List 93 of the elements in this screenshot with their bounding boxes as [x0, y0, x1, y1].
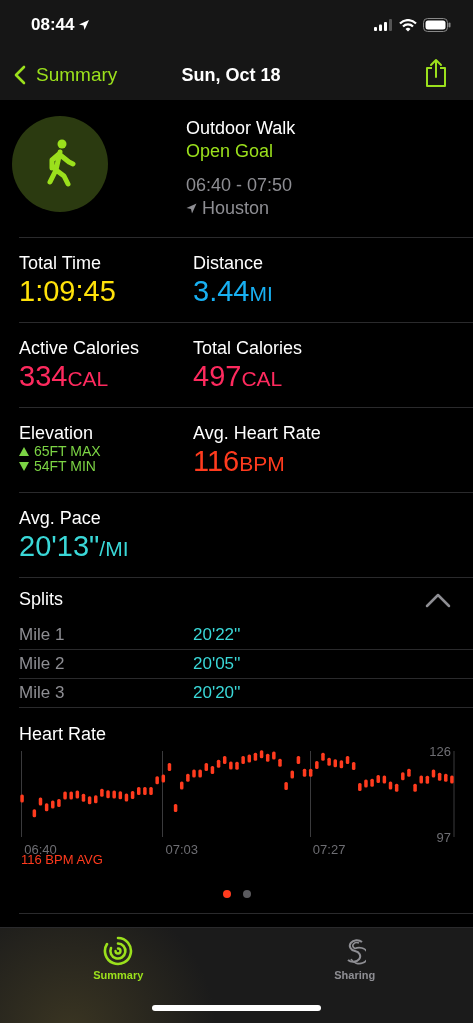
- data-point: [94, 795, 98, 804]
- metric-value: 1:09:45: [19, 274, 117, 308]
- data-point: [364, 779, 368, 788]
- location-arrow-icon: [186, 203, 197, 214]
- page-title: Sun, Oct 18: [181, 64, 281, 86]
- data-point: [450, 775, 454, 784]
- location-name: Houston: [202, 197, 270, 220]
- metric-label: Total Time: [19, 253, 103, 274]
- clock-time: 08:44: [31, 15, 75, 35]
- triangle-up-icon: [19, 447, 29, 456]
- data-point: [69, 791, 73, 800]
- metric-label: Active Calories: [19, 338, 141, 359]
- location-arrow-icon: [78, 19, 91, 31]
- data-point: [333, 759, 337, 768]
- data-point: [192, 769, 196, 778]
- data-point: [112, 790, 116, 799]
- data-point: [358, 782, 362, 791]
- data-point: [198, 769, 202, 778]
- metric-value: 3.44MI: [193, 274, 274, 309]
- axis-label: 126: [429, 745, 451, 759]
- metric-value: 116BPM: [193, 444, 286, 479]
- data-point: [296, 755, 301, 764]
- split-pace: 20'22'': [193, 625, 241, 645]
- chevron-up-icon[interactable]: [425, 591, 451, 608]
- data-point: [155, 776, 159, 785]
- battery-icon: [423, 18, 451, 32]
- metric-value: 334CAL: [19, 359, 110, 394]
- data-point: [229, 761, 233, 770]
- time-range: 06:40 - 07:50: [186, 174, 294, 197]
- data-point: [173, 803, 178, 812]
- rings-icon: [103, 936, 134, 966]
- data-point: [100, 788, 104, 797]
- split-pace: 20'05'': [193, 654, 241, 674]
- data-point: [370, 778, 374, 787]
- metric-label: Avg. Heart Rate: [193, 423, 322, 444]
- metric-label: Elevation: [19, 423, 95, 444]
- split-pace: 20'20'': [193, 683, 241, 703]
- data-point: [321, 752, 325, 761]
- metric-value: 20'13"/MI: [19, 529, 130, 564]
- data-point: [186, 773, 190, 782]
- tab-item[interactable]: Sharing: [236, 928, 473, 981]
- data-point: [376, 774, 380, 783]
- axis-label: 07:27: [312, 842, 346, 857]
- data-point: [167, 763, 172, 771]
- page-dot[interactable]: [222, 890, 231, 898]
- data-point: [413, 783, 417, 792]
- signal-icon: [374, 19, 393, 31]
- split-label: Mile 1: [19, 625, 66, 645]
- data-point: [143, 787, 147, 796]
- data-point: [290, 770, 294, 779]
- data-point: [407, 768, 411, 777]
- data-point: [149, 787, 153, 796]
- data-point: [63, 791, 67, 800]
- metric-value: 497CAL: [193, 359, 284, 394]
- metric-label: Avg. Pace: [19, 508, 102, 529]
- data-point: [57, 798, 61, 807]
- data-point: [161, 774, 166, 783]
- data-point: [32, 809, 37, 818]
- split-label: Mile 3: [19, 683, 66, 703]
- data-point: [327, 757, 331, 766]
- split-label: Mile 2: [19, 654, 66, 674]
- data-point: [401, 772, 405, 781]
- page-dot[interactable]: [242, 890, 251, 898]
- axis-label: 07:03: [165, 842, 198, 857]
- chevron-left-icon: [14, 65, 26, 85]
- data-point: [272, 751, 276, 760]
- data-point: [106, 790, 110, 799]
- data-point: [284, 782, 288, 790]
- data-point: [419, 775, 423, 784]
- section-title: Splits: [19, 589, 63, 610]
- data-point: [20, 794, 24, 803]
- data-point: [315, 760, 319, 769]
- data-point: [180, 781, 184, 790]
- triangle-down-icon: [19, 462, 29, 471]
- metric-label: Total Calories: [193, 338, 304, 359]
- data-point: [235, 761, 239, 770]
- data-point: [444, 773, 448, 782]
- wifi-icon: [399, 18, 417, 32]
- tab-item[interactable]: Summary: [0, 928, 237, 981]
- workout-goal: Open Goal: [186, 140, 275, 163]
- walking-person-icon: [12, 116, 108, 212]
- elevation-value: 54FT MIN: [34, 459, 96, 474]
- data-point: [137, 787, 141, 796]
- section-title: Heart Rate: [19, 723, 108, 745]
- back-button[interactable]: Summary: [14, 64, 118, 86]
- workout-name: Outdoor Walk: [186, 117, 296, 140]
- share-icon[interactable]: [424, 58, 448, 88]
- elevation-value: 65FT MAX: [34, 444, 101, 459]
- data-point: [278, 758, 282, 767]
- axis-label: 97: [436, 829, 451, 845]
- data-point: [241, 755, 245, 764]
- data-point: [51, 800, 55, 809]
- metric-label: Distance: [193, 253, 265, 274]
